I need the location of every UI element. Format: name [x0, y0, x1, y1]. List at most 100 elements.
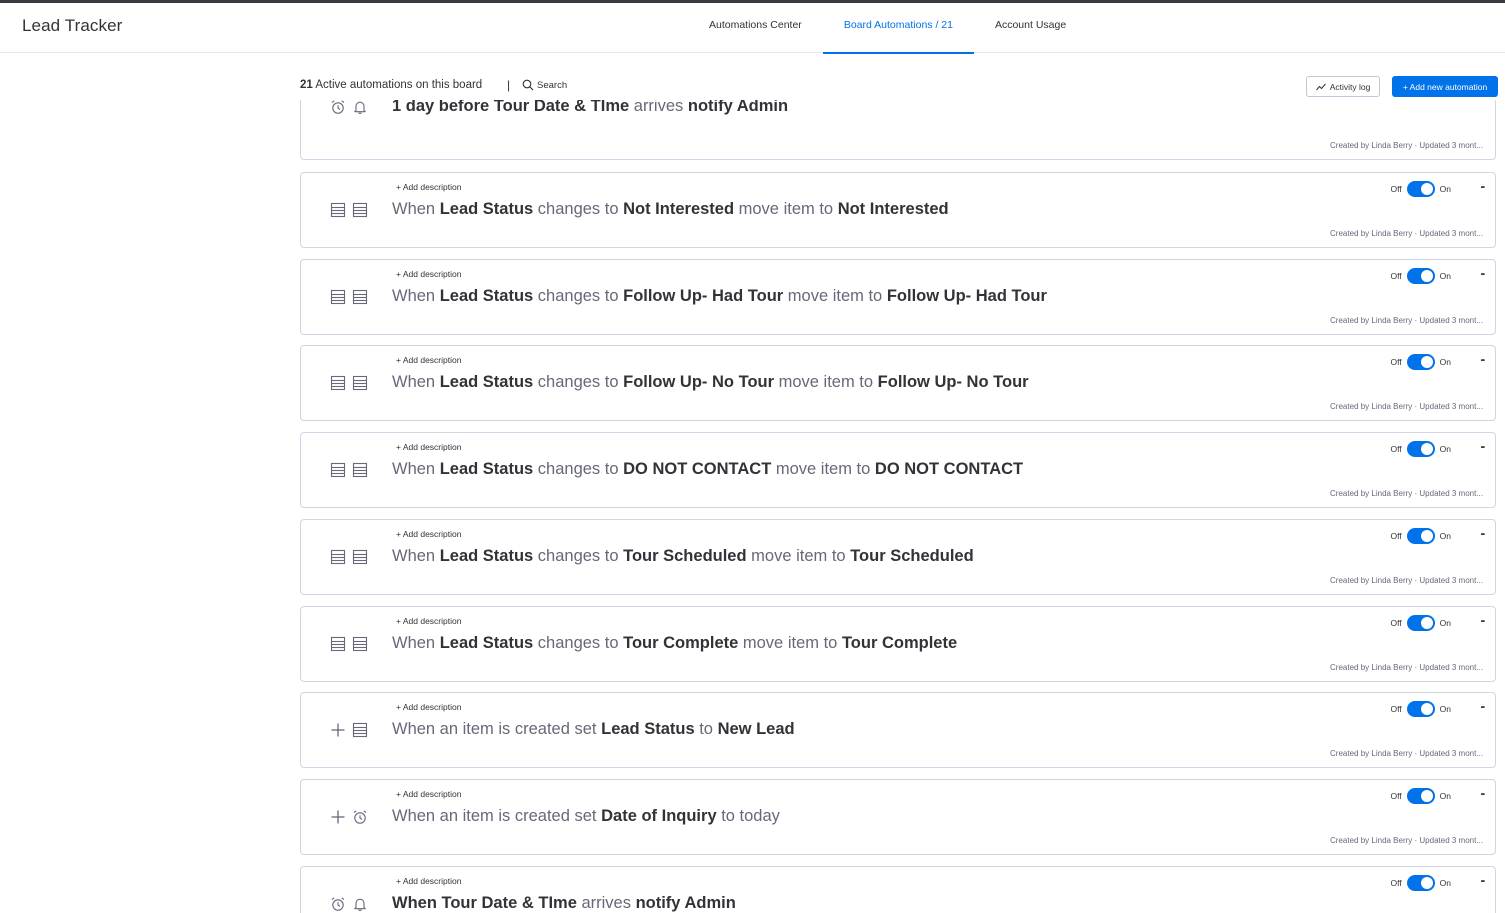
toggle-off-label: Off	[1390, 444, 1402, 455]
automation-token-value: Not Interested	[837, 200, 949, 218]
automation-toggle[interactable]	[1406, 787, 1435, 804]
automation-token-value: New Lead	[717, 720, 795, 739]
more-options-icon[interactable]: •••	[1481, 272, 1485, 278]
automation-recipe-icons	[330, 462, 368, 478]
automation-card[interactable]: 1 day before Tour Date & TIme arrives no…	[300, 100, 1496, 160]
more-options-icon[interactable]: •••	[1481, 705, 1485, 711]
automation-card[interactable]: + Add description When Lead Status change…	[300, 518, 1496, 595]
toggle-on-label: On	[1439, 357, 1451, 368]
automation-token-value: Tour Complete	[841, 633, 958, 652]
automation-meta: Created by Linda Berry · Updated 3 mont.…	[1330, 835, 1483, 845]
automation-card[interactable]: + Add description When Lead Status change…	[300, 432, 1496, 509]
automation-card[interactable]: + Add description When Lead Status change…	[300, 605, 1496, 682]
automation-token-text: arrives	[581, 893, 636, 912]
automation-token-text: When an item is created set	[392, 806, 602, 825]
automation-recipe-icons	[330, 375, 368, 391]
table-icon	[330, 202, 346, 218]
automation-recipe-icons	[330, 722, 368, 738]
automation-card[interactable]: + Add description When Tour Date & TIme a…	[300, 865, 1496, 913]
automation-meta: Created by Linda Berry · Updated 3 mont.…	[1330, 141, 1483, 150]
automation-token-value: Follow Up- Had Tour	[623, 286, 788, 305]
add-description-link[interactable]: + Add description	[396, 702, 461, 712]
automation-token-value: Follow Up- No Tour	[877, 373, 1029, 392]
active-automations-count: 21 Active automations on this board	[300, 79, 482, 91]
add-description-link[interactable]: + Add description	[396, 182, 461, 192]
automation-recipe-icons	[330, 202, 368, 218]
add-description-link[interactable]: + Add description	[396, 355, 461, 365]
automation-toggle[interactable]	[1406, 354, 1435, 371]
automation-token-value: Lead Status	[439, 546, 538, 565]
add-new-automation-button[interactable]: + Add new automation	[1392, 76, 1498, 97]
table-icon	[352, 462, 368, 478]
automation-token-text: When	[392, 200, 440, 218]
toggle-off-label: Off	[1390, 530, 1402, 541]
automation-toggle[interactable]	[1406, 874, 1435, 891]
automation-token-value: When	[392, 893, 442, 912]
automation-toggle-group: Off On	[1390, 614, 1451, 631]
automation-card[interactable]: + Add description When Lead Status change…	[300, 345, 1496, 422]
automation-card[interactable]: + Add description When Lead Status change…	[300, 258, 1496, 335]
toggle-on-label: On	[1439, 617, 1451, 628]
table-icon	[352, 636, 368, 652]
tab-automations-center[interactable]: Automations Center	[688, 3, 823, 53]
add-description-link[interactable]: + Add description	[396, 442, 461, 452]
automation-card[interactable]: + Add description When an item is created…	[300, 778, 1496, 855]
automation-token-value: Lead Status	[601, 720, 700, 739]
automation-token-value: Tour Scheduled	[623, 546, 752, 565]
automation-recipe-icons	[330, 549, 368, 565]
automation-toggle-group: Off On	[1390, 874, 1451, 891]
more-options-icon[interactable]: •••	[1481, 792, 1485, 798]
add-description-link[interactable]: + Add description	[396, 529, 461, 539]
automation-token-text: changes to	[537, 546, 624, 565]
automation-toggle-group: Off On	[1390, 787, 1451, 804]
automation-sentence: When Lead Status changes to Follow Up- H…	[392, 287, 1047, 306]
automation-toggle[interactable]	[1406, 181, 1435, 197]
automation-toggle[interactable]	[1406, 614, 1435, 631]
automation-toggle[interactable]	[1406, 701, 1435, 718]
table-icon	[352, 549, 368, 565]
tab-account-usage[interactable]: Account Usage	[974, 3, 1087, 53]
tab-board-automations[interactable]: Board Automations / 21	[822, 3, 975, 54]
more-options-icon[interactable]: •••	[1481, 445, 1485, 451]
automations-list: 1 day before Tour Date & TIme arrives no…	[300, 100, 1496, 913]
automation-meta: Created by Linda Berry · Updated 3 mont.…	[1330, 229, 1483, 238]
table-icon	[352, 722, 368, 738]
toggle-off-label: Off	[1390, 617, 1402, 628]
toggle-off-label: Off	[1390, 704, 1402, 715]
search-button[interactable]: Search	[522, 79, 567, 91]
activity-log-button[interactable]: Activity log	[1306, 76, 1380, 97]
toggle-on-label: On	[1439, 877, 1451, 888]
automation-toggle[interactable]	[1406, 527, 1435, 544]
add-description-link[interactable]: + Add description	[396, 876, 461, 886]
automation-toggle[interactable]	[1406, 267, 1435, 284]
automation-card[interactable]: + Add description When an item is created…	[300, 692, 1496, 769]
more-options-icon[interactable]: •••	[1481, 879, 1485, 885]
toggle-off-label: Off	[1390, 270, 1402, 281]
automation-card[interactable]: + Add description When Lead Status change…	[300, 172, 1496, 248]
automation-token-value: Tour Complete	[623, 633, 743, 652]
table-icon	[352, 202, 368, 218]
automation-count-label: Active automations on this board	[312, 79, 483, 91]
add-description-link[interactable]: + Add description	[396, 789, 461, 799]
automation-toggle[interactable]	[1406, 441, 1435, 458]
automation-token-text: arrives	[633, 100, 688, 115]
automation-token-value: Admin	[736, 100, 789, 115]
add-description-link[interactable]: + Add description	[396, 269, 461, 279]
more-options-icon[interactable]: •••	[1481, 185, 1485, 191]
toolbar-separator: |	[507, 78, 511, 92]
more-options-icon[interactable]: •••	[1481, 532, 1485, 538]
plus-icon	[330, 722, 346, 738]
automation-sentence: When Lead Status changes to DO NOT CONTA…	[392, 460, 1023, 479]
more-options-icon[interactable]: •••	[1481, 619, 1485, 625]
automation-token-text: changes to	[537, 286, 624, 305]
automation-token-text: changes to	[537, 373, 624, 392]
automation-token-value: DO NOT CONTACT	[874, 460, 1024, 479]
automation-sentence: When Lead Status changes to Tour Schedul…	[392, 547, 974, 566]
toggle-off-label: Off	[1390, 357, 1402, 368]
add-description-link[interactable]: + Add description	[396, 616, 461, 626]
table-icon	[330, 636, 346, 652]
automation-sentence: When Lead Status changes to Not Interest…	[392, 200, 949, 219]
table-icon	[352, 289, 368, 305]
more-options-icon[interactable]: •••	[1481, 358, 1485, 364]
table-icon	[330, 462, 346, 478]
